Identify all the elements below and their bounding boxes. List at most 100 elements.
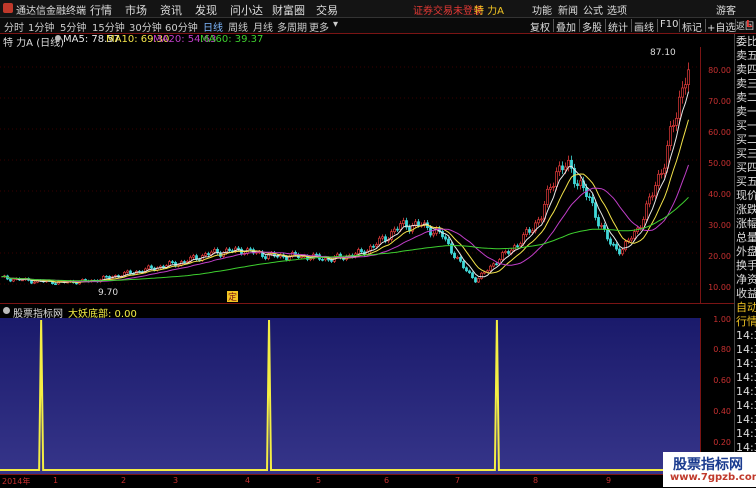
candle-body [615, 244, 618, 250]
menu-zixun[interactable]: 资讯 [160, 2, 182, 18]
side-panel-item[interactable]: 收益 [736, 286, 756, 301]
menu-gongneng[interactable]: 功能 [532, 2, 552, 17]
candle-body [237, 247, 240, 250]
side-panel-item[interactable]: 换手 [736, 258, 756, 273]
side-panel-item[interactable]: 委比 [736, 34, 756, 49]
side-panel-item[interactable]: 买一 [736, 118, 756, 133]
period-toolbar: 分时 1分钟 5分钟 15分钟 30分钟 60分钟 日线 周线 月线 多周期 更… [0, 18, 756, 34]
side-panel-item[interactable]: 现价 [736, 188, 756, 203]
settings-dot-icon[interactable] [55, 35, 61, 41]
btn-tongji[interactable]: 统计 [608, 19, 628, 34]
menu-xuanxiang[interactable]: 选项 [607, 2, 627, 17]
btn-add-favorite[interactable]: +自选 [707, 19, 735, 34]
period-15min[interactable]: 15分钟 [92, 19, 125, 34]
btn-huaxian[interactable]: 画线 [634, 19, 654, 34]
menu-gongshi[interactable]: 公式 [583, 2, 603, 17]
side-panel-item[interactable]: 14:35 [736, 426, 756, 441]
candle-body [669, 126, 672, 146]
period-daily[interactable]: 日线 [203, 19, 223, 34]
btn-f10[interactable]: F10 [660, 19, 678, 30]
side-panel-item[interactable]: 14:35 [736, 384, 756, 399]
candle-body [567, 159, 570, 168]
candle-body [126, 270, 129, 273]
side-panel-item[interactable]: 卖一 [736, 104, 756, 119]
candle-body [561, 165, 564, 171]
candle-body [147, 265, 150, 270]
period-monthly[interactable]: 月线 [253, 19, 273, 34]
candle-body [540, 218, 543, 221]
side-panel-item[interactable]: 买三 [736, 146, 756, 161]
period-more[interactable]: 更多 [309, 19, 329, 34]
candle-body [192, 255, 195, 258]
menu-caifuquan[interactable]: 财富圈 [272, 2, 305, 18]
menu-jiaoyi[interactable]: 交易 [316, 2, 338, 18]
side-panel-item[interactable]: 14:35 [736, 328, 756, 343]
period-1min[interactable]: 1分钟 [28, 19, 54, 34]
indicator-panel[interactable] [0, 318, 700, 474]
candle-body [507, 251, 510, 254]
app-name: 通达信金融终端 [16, 6, 86, 17]
side-panel-item[interactable]: 总量 [736, 230, 756, 245]
title-bar: 通达信金融终端 行情 市场 资讯 发现 问小达 财富圈 交易 证券交易未登录 特… [0, 0, 756, 18]
guest-label[interactable]: 游客 [716, 2, 736, 17]
candle-body [330, 259, 333, 262]
btn-diejia[interactable]: 叠加 [556, 19, 576, 34]
candle-body [321, 258, 324, 261]
side-panel-item[interactable]: 外盘 [736, 244, 756, 259]
side-panel-item[interactable]: 14:35 [736, 342, 756, 357]
more-chevron-icon[interactable]: ▾ [333, 19, 338, 30]
period-30min[interactable]: 30分钟 [129, 19, 162, 34]
ma20-line [1, 164, 689, 283]
side-panel-item[interactable]: 卖四 [736, 62, 756, 77]
toolbar-divider [579, 19, 580, 32]
side-panel-item[interactable]: 14:35 [736, 370, 756, 385]
period-5min[interactable]: 5分钟 [60, 19, 86, 34]
side-panel-item[interactable]: 14:35 [736, 412, 756, 427]
x-label: 1 [53, 476, 59, 485]
period-60min[interactable]: 60分钟 [165, 19, 198, 34]
candle-body [624, 241, 627, 251]
menu-xinwen[interactable]: 新闻 [558, 2, 578, 17]
side-panel-item[interactable]: 卖二 [736, 90, 756, 105]
side-panel-item[interactable]: 14:35 [736, 356, 756, 371]
btn-biaoji[interactable]: 标记 [682, 19, 702, 34]
side-panel-item[interactable]: 卖三 [736, 76, 756, 91]
side-panel-item[interactable]: 自动 [736, 300, 756, 315]
kline-chart[interactable]: 87.10 9.70 定 [0, 47, 700, 303]
candle-body [465, 267, 468, 272]
side-panel-item[interactable]: 行情 [736, 314, 756, 329]
side-panel-item[interactable]: 买二 [736, 132, 756, 147]
period-fenshi[interactable]: 分时 [4, 19, 24, 34]
candle-body [501, 252, 504, 261]
candle-body [375, 244, 378, 247]
period-multi[interactable]: 多周期 [277, 19, 307, 34]
candle-body [576, 183, 579, 186]
side-panel-item[interactable]: 买五 [736, 174, 756, 189]
watermark-url: www.7gpzb.com [670, 472, 756, 483]
candle-body [357, 249, 360, 255]
side-panel-item[interactable]: 卖五 [736, 48, 756, 63]
login-warning[interactable]: 证券交易未登录 [413, 2, 483, 17]
side-panel-item[interactable]: 涨幅 [736, 216, 756, 231]
menu-faxian[interactable]: 发现 [195, 2, 217, 18]
candle-body [528, 229, 531, 233]
panel-corner-label[interactable]: L [746, 19, 752, 30]
candle-body [504, 251, 507, 253]
menu-hangqing[interactable]: 行情 [90, 2, 112, 18]
btn-duogu[interactable]: 多股 [582, 19, 602, 34]
menu-wenxiaoda[interactable]: 问小达 [230, 2, 263, 18]
candle-body [315, 253, 318, 256]
side-panel-item[interactable]: 涨跌 [736, 202, 756, 217]
indicator-settings-icon[interactable] [3, 307, 10, 314]
candle-body [384, 236, 387, 242]
candle-body [516, 245, 519, 248]
period-weekly[interactable]: 周线 [228, 19, 248, 34]
side-panel-item[interactable]: 14:35 [736, 398, 756, 413]
candle-body [54, 283, 57, 286]
date-axis: 2014年 1 2 3 4 5 6 7 8 9 10 [0, 474, 734, 488]
candle-body [447, 238, 450, 245]
side-panel-item[interactable]: 净资 [736, 272, 756, 287]
btn-fuquan[interactable]: 复权 [530, 19, 550, 34]
menu-shichang[interactable]: 市场 [125, 2, 147, 18]
side-panel-item[interactable]: 买四 [736, 160, 756, 175]
